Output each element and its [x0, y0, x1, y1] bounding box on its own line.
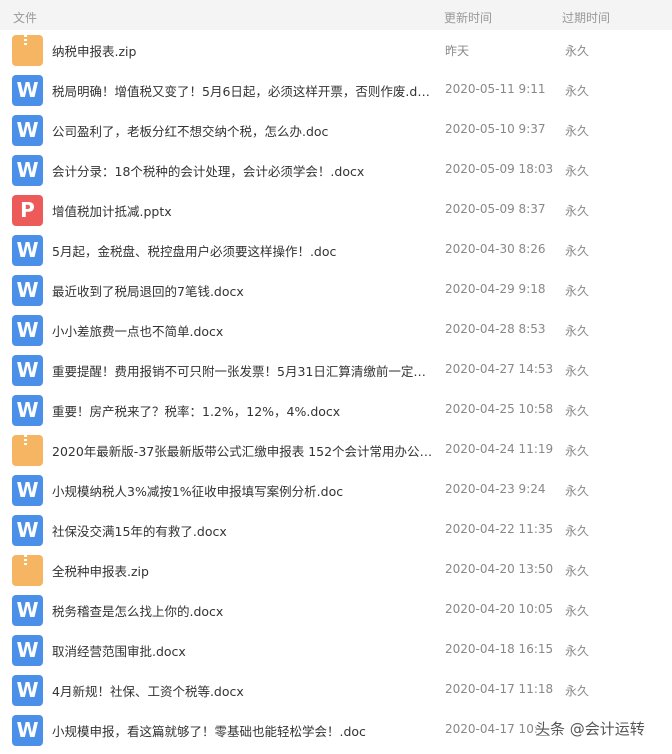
file-row[interactable]: W 小小差旅费一点也不简单.docx 2020-04-28 8:53 永久: [0, 310, 672, 350]
word-doc-icon: W: [12, 155, 43, 186]
file-row[interactable]: 2020年最新版-37张最新版带公式汇缴申报表 152个会计常用办公表格.zip…: [0, 430, 672, 470]
word-doc-icon: W: [12, 275, 43, 306]
powerpoint-icon: P: [12, 195, 43, 226]
file-updated-time: 2020-04-23 9:24: [445, 482, 546, 496]
file-updated-time: 2020-04-29 9:18: [445, 282, 546, 296]
file-updated-time: 2020-05-09 8:37: [445, 202, 546, 216]
file-updated-time: 2020-04-27 14:53: [445, 362, 554, 376]
word-doc-icon: W: [12, 715, 43, 746]
file-name[interactable]: 4月新规！社保、工资个税等.docx: [52, 681, 434, 700]
word-doc-icon: W: [12, 635, 43, 666]
file-expire-time: 永久: [565, 684, 590, 698]
file-updated-time: 2020-04-18 16:15: [445, 642, 554, 656]
file-updated-time: 2020-04-22 11:35: [445, 522, 554, 536]
file-updated-time: 2020-04-25 10:58: [445, 402, 554, 416]
column-header-name[interactable]: 文件: [13, 9, 37, 26]
file-row[interactable]: 全税种申报表.zip 2020-04-20 13:50 永久: [0, 550, 672, 590]
file-row[interactable]: W 5月起，金税盘、税控盘用户必须要这样操作！.doc 2020-04-30 8:2…: [0, 230, 672, 270]
file-name[interactable]: 5月起，金税盘、税控盘用户必须要这样操作！.doc: [52, 241, 434, 260]
file-row[interactable]: 纳税申报表.zip 昨天 永久: [0, 30, 672, 70]
file-expire-time: 永久: [565, 324, 590, 338]
file-expire-time: 永久: [565, 124, 590, 138]
zip-archive-icon: [12, 35, 43, 66]
file-expire-time: 永久: [565, 444, 590, 458]
watermark: 头条 @会计运转: [535, 720, 645, 738]
file-name[interactable]: 2020年最新版-37张最新版带公式汇缴申报表 152个会计常用办公表格.zip: [52, 441, 434, 460]
file-expire-time: 永久: [565, 644, 590, 658]
file-expire-time: 永久: [565, 284, 590, 298]
file-row[interactable]: W 税局明确！增值税又变了！5月6日起，必须这样开票，否则作废.docx 2020-…: [0, 70, 672, 110]
file-expire-time: 永久: [565, 204, 590, 218]
word-doc-icon: W: [12, 235, 43, 266]
word-doc-icon: W: [12, 115, 43, 146]
file-expire-time: 永久: [565, 484, 590, 498]
file-name[interactable]: 全税种申报表.zip: [52, 561, 434, 580]
file-row[interactable]: W 重要！房产税来了？税率：1.2%，12%，4%.docx 2020-04-25 …: [0, 390, 672, 430]
zipper-mark: [24, 35, 27, 47]
file-updated-time: 2020-05-11 9:11: [445, 82, 546, 96]
file-list-header: 文件 更新时间 过期时间: [0, 0, 672, 30]
file-updated-time: 2020-04-28 8:53: [445, 322, 546, 336]
zipper-mark: [24, 555, 27, 567]
column-header-expire-time[interactable]: 过期时间: [562, 9, 610, 26]
file-name[interactable]: 税局明确！增值税又变了！5月6日起，必须这样开票，否则作废.docx: [52, 81, 434, 100]
file-expire-time: 永久: [565, 364, 590, 378]
file-updated-time: 昨天: [445, 44, 470, 58]
file-row[interactable]: W 4月新规！社保、工资个税等.docx 2020-04-17 11:18 永久: [0, 670, 672, 710]
file-row[interactable]: W 小规模纳税人3%减按1%征收申报填写案例分析.doc 2020-04-23 9:…: [0, 470, 672, 510]
file-updated-time: 2020-04-30 8:26: [445, 242, 546, 256]
file-name[interactable]: 取消经营范围审批.docx: [52, 641, 434, 660]
word-doc-icon: W: [12, 675, 43, 706]
file-expire-time: 永久: [565, 524, 590, 538]
file-row[interactable]: W 重要提醒！费用报销不可只附一张发票！5月31日汇算清缴前一定要看完！.docx…: [0, 350, 672, 390]
word-doc-icon: W: [12, 355, 43, 386]
file-expire-time: 永久: [565, 564, 590, 578]
file-row[interactable]: W 会计分录：18个税种的会计处理，会计必须学会！.docx 2020-05-09 …: [0, 150, 672, 190]
file-name[interactable]: 公司盈利了，老板分红不想交纳个税，怎么办.doc: [52, 121, 434, 140]
file-updated-time: 2020-05-10 9:37: [445, 122, 546, 136]
file-updated-time: 2020-04-17 11:18: [445, 682, 554, 696]
column-header-updated-time[interactable]: 更新时间: [444, 9, 492, 26]
file-row[interactable]: W 取消经营范围审批.docx 2020-04-18 16:15 永久: [0, 630, 672, 670]
zip-archive-icon: [12, 435, 43, 466]
word-doc-icon: W: [12, 515, 43, 546]
file-row[interactable]: W 公司盈利了，老板分红不想交纳个税，怎么办.doc 2020-05-10 9:37…: [0, 110, 672, 150]
file-name[interactable]: 税务稽查是怎么找上你的.docx: [52, 601, 434, 620]
file-updated-time: 2020-04-20 13:50: [445, 562, 554, 576]
file-row[interactable]: W 最近收到了税局退回的7笔钱.docx 2020-04-29 9:18 永久: [0, 270, 672, 310]
file-expire-time: 永久: [565, 244, 590, 258]
file-name[interactable]: 小规模纳税人3%减按1%征收申报填写案例分析.doc: [52, 481, 434, 500]
file-name[interactable]: 最近收到了税局退回的7笔钱.docx: [52, 281, 434, 300]
file-expire-time: 永久: [565, 404, 590, 418]
file-expire-time: 永久: [565, 604, 590, 618]
file-name[interactable]: 重要！房产税来了？税率：1.2%，12%，4%.docx: [52, 401, 434, 420]
file-name[interactable]: 重要提醒！费用报销不可只附一张发票！5月31日汇算清缴前一定要看完！.docx: [52, 361, 434, 380]
file-list: 纳税申报表.zip 昨天 永久 W 税局明确！增值税又变了！5月6日起，必须这样开票，否…: [0, 30, 672, 750]
word-doc-icon: W: [12, 75, 43, 106]
file-updated-time: 2020-04-24 11:19: [445, 442, 554, 456]
file-updated-time: 2020-05-09 18:03: [445, 162, 554, 176]
file-name[interactable]: 小规模申报，看这篇就够了！零基础也能轻松学会！.doc: [52, 721, 434, 740]
zip-archive-icon: [12, 555, 43, 586]
file-name[interactable]: 增值税加计抵减.pptx: [52, 201, 434, 220]
file-name[interactable]: 会计分录：18个税种的会计处理，会计必须学会！.docx: [52, 161, 434, 180]
file-expire-time: 永久: [565, 84, 590, 98]
file-name[interactable]: 小小差旅费一点也不简单.docx: [52, 321, 434, 340]
zipper-mark: [24, 435, 27, 447]
file-row[interactable]: W 税务稽查是怎么找上你的.docx 2020-04-20 10:05 永久: [0, 590, 672, 630]
word-doc-icon: W: [12, 595, 43, 626]
file-name[interactable]: 社保没交满15年的有救了.docx: [52, 521, 434, 540]
word-doc-icon: W: [12, 475, 43, 506]
file-row[interactable]: P 增值税加计抵减.pptx 2020-05-09 8:37 永久: [0, 190, 672, 230]
file-row[interactable]: W 社保没交满15年的有救了.docx 2020-04-22 11:35 永久: [0, 510, 672, 550]
file-expire-time: 永久: [565, 164, 590, 178]
file-name[interactable]: 纳税申报表.zip: [52, 41, 434, 60]
word-doc-icon: W: [12, 315, 43, 346]
file-expire-time: 永久: [565, 44, 590, 58]
file-updated-time: 2020-04-20 10:05: [445, 602, 554, 616]
word-doc-icon: W: [12, 395, 43, 426]
